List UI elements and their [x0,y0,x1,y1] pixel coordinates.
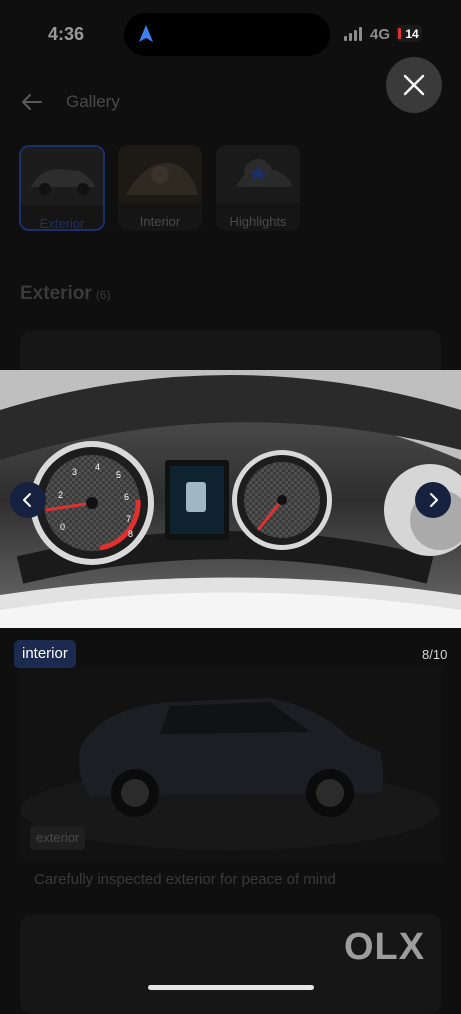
home-indicator[interactable] [148,985,314,990]
olx-logo: OLX [344,926,426,968]
instrument-cluster-image[interactable]: 0 2 3 4 5 6 7 8 [0,370,461,628]
status-time: 4:36 [48,24,85,44]
section-title-text: Exterior [20,283,92,304]
svg-text:2: 2 [58,490,63,500]
chevron-left-icon [23,493,31,507]
highlights-thumbnail [216,145,300,203]
tab-label: Highlights [229,214,287,229]
back-arrow-icon[interactable] [20,90,44,114]
svg-text:8: 8 [128,529,133,539]
chevron-right-icon [430,493,438,507]
svg-text:5: 5 [116,470,121,480]
svg-text:3: 3 [72,467,77,477]
svg-text:4: 4 [95,462,100,472]
location-arrow-icon [139,25,153,42]
next-image-button[interactable] [415,482,451,518]
svg-text:6: 6 [124,492,129,502]
image-category-badge: interior [14,640,76,668]
section-title: Exterior (6) [20,283,110,305]
close-icon [403,74,425,96]
network-type: 4G [370,26,391,43]
tab-interior[interactable]: Interior [118,145,202,231]
battery-level: 14 [405,26,419,41]
section-count: (6) [95,288,111,302]
battery-icon: 14 [396,25,422,42]
previous-image-button[interactable] [10,482,46,518]
exterior-thumbnail [21,147,103,205]
page-title: Gallery [66,92,120,111]
interior-thumbnail [118,145,202,203]
tab-exterior[interactable]: Exterior [19,145,105,231]
tab-highlights[interactable]: Highlights [216,145,300,231]
image-card [20,330,441,370]
signal-icon [344,27,362,41]
image-counter: 8/10 [422,647,448,662]
svg-text:7: 7 [126,514,131,524]
svg-text:0: 0 [60,522,65,532]
tab-label: Exterior [39,216,85,231]
tab-label: Interior [139,214,181,229]
card-caption: Carefully inspected exterior for peace o… [34,871,336,888]
close-button[interactable] [386,57,442,113]
card-category-badge: exterior [30,826,86,850]
